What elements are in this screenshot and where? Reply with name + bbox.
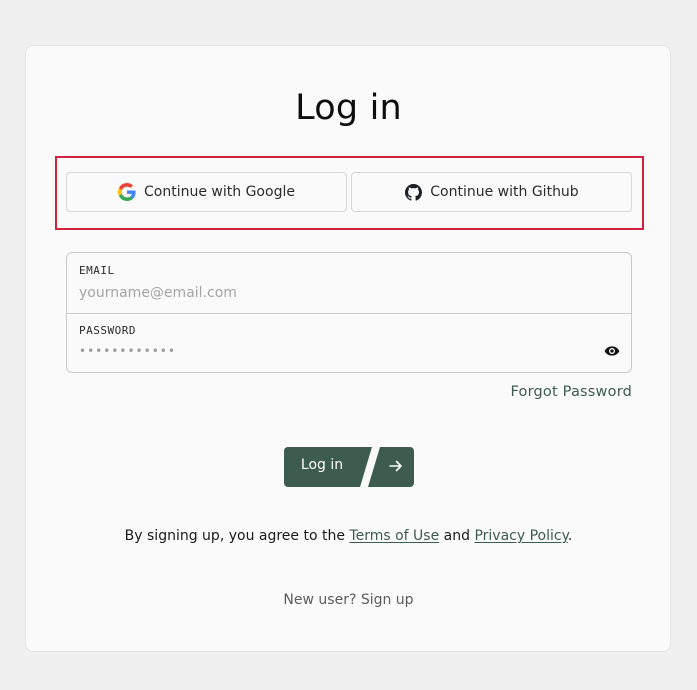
login-submit-button[interactable]: Log in [284, 447, 414, 487]
email-label: EMAIL [79, 264, 115, 277]
terms-middle: and [439, 528, 475, 544]
terms-of-use-link[interactable]: Terms of Use [349, 528, 439, 544]
terms-prefix: By signing up, you agree to the [124, 528, 350, 544]
email-field[interactable]: EMAIL [67, 253, 631, 314]
google-icon [118, 183, 136, 201]
login-button-label: Log in [300, 457, 344, 473]
password-input[interactable]: •••••••••••• [79, 344, 176, 358]
github-icon [404, 183, 422, 201]
forgot-password-link[interactable]: Forgot Password [511, 384, 633, 400]
password-label: PASSWORD [79, 324, 136, 337]
password-field[interactable]: PASSWORD •••••••••••• [67, 313, 631, 373]
email-input[interactable] [79, 282, 579, 304]
google-button-label: Continue with Google [144, 184, 295, 200]
eye-icon[interactable] [603, 343, 621, 359]
privacy-policy-link[interactable]: Privacy Policy [474, 528, 567, 544]
continue-with-google-button[interactable]: Continue with Google [66, 172, 347, 212]
page-title: Log in [295, 88, 402, 128]
github-button-label: Continue with Github [430, 184, 579, 200]
signup-link[interactable]: New user? Sign up [0, 592, 697, 608]
continue-with-github-button[interactable]: Continue with Github [351, 172, 632, 212]
terms-suffix: . [567, 528, 573, 544]
credentials-fieldset: EMAIL PASSWORD •••••••••••• [66, 252, 632, 373]
arrow-right-icon [388, 458, 404, 474]
terms-text: By signing up, you agree to the Terms of… [0, 528, 697, 544]
